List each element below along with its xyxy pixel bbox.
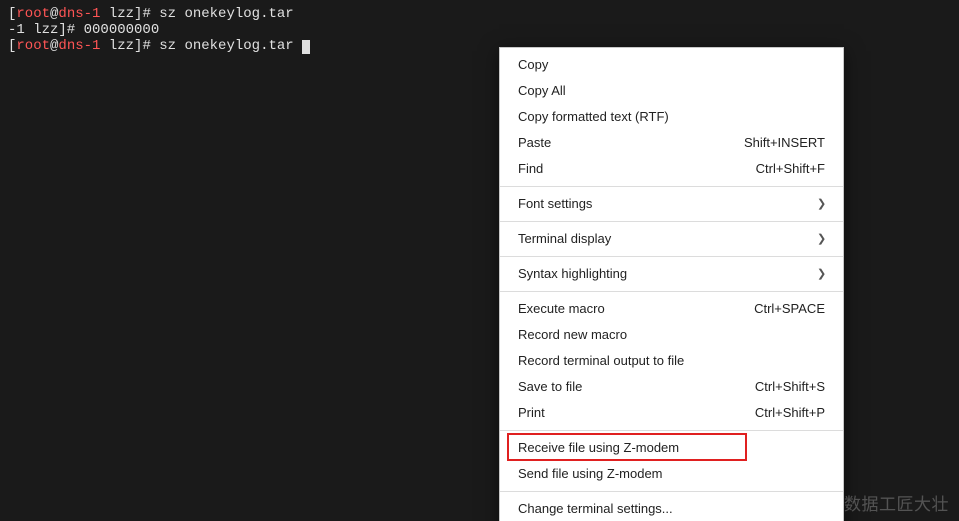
menu-item-label: Record new macro <box>518 322 825 348</box>
menu-item-terminal-display[interactable]: Terminal display ❯ <box>500 226 843 252</box>
menu-item-label: Paste <box>518 130 724 156</box>
menu-item-label: Terminal display <box>518 226 797 252</box>
prompt-user: root <box>16 6 50 22</box>
menu-item-label: Font settings <box>518 191 797 217</box>
menu-separator <box>500 221 843 222</box>
chevron-right-icon: ❯ <box>817 191 825 217</box>
menu-item-print[interactable]: Print Ctrl+Shift+P <box>500 400 843 426</box>
menu-item-record-macro[interactable]: Record new macro <box>500 322 843 348</box>
menu-item-label: Find <box>518 156 736 182</box>
menu-item-label: Send file using Z-modem <box>518 461 825 487</box>
menu-item-shortcut: Shift+INSERT <box>744 130 825 156</box>
menu-item-execute-macro[interactable]: Execute macro Ctrl+SPACE <box>500 296 843 322</box>
prompt-user: root <box>16 38 50 54</box>
terminal-line: -1 lzz]# 000000000 <box>8 22 951 38</box>
menu-separator <box>500 256 843 257</box>
menu-item-label: Copy formatted text (RTF) <box>518 104 825 130</box>
menu-item-label: Save to file <box>518 374 735 400</box>
menu-item-copy-rtf[interactable]: Copy formatted text (RTF) <box>500 104 843 130</box>
menu-item-label: Copy All <box>518 78 825 104</box>
menu-separator <box>500 430 843 431</box>
menu-item-font-settings[interactable]: Font settings ❯ <box>500 191 843 217</box>
menu-item-copy-all[interactable]: Copy All <box>500 78 843 104</box>
menu-item-label: Record terminal output to file <box>518 348 825 374</box>
menu-item-record-output[interactable]: Record terminal output to file <box>500 348 843 374</box>
menu-item-syntax-highlighting[interactable]: Syntax highlighting ❯ <box>500 261 843 287</box>
cursor <box>302 40 310 54</box>
menu-item-shortcut: Ctrl+Shift+S <box>755 374 825 400</box>
chevron-right-icon: ❯ <box>817 261 825 287</box>
prompt-host: dns-1 <box>58 6 100 22</box>
menu-item-label: Syntax highlighting <box>518 261 797 287</box>
menu-separator <box>500 491 843 492</box>
terminal-line: [root@dns-1 lzz]# sz onekeylog.tar <box>8 6 951 22</box>
menu-item-label: Execute macro <box>518 296 734 322</box>
chevron-right-icon: ❯ <box>817 226 825 252</box>
menu-item-label: Print <box>518 400 735 426</box>
menu-item-receive-zmodem[interactable]: Receive file using Z-modem <box>500 435 843 461</box>
prompt-command: sz onekeylog.tar <box>159 6 293 22</box>
menu-item-shortcut: Ctrl+SPACE <box>754 296 825 322</box>
prompt-host: dns-1 <box>58 38 100 54</box>
prompt-command: sz onekeylog.tar <box>159 38 293 54</box>
menu-item-shortcut: Ctrl+Shift+F <box>756 156 825 182</box>
menu-item-label: Copy <box>518 52 825 78</box>
menu-item-shortcut: Ctrl+Shift+P <box>755 400 825 426</box>
menu-item-save-to-file[interactable]: Save to file Ctrl+Shift+S <box>500 374 843 400</box>
menu-separator <box>500 186 843 187</box>
menu-item-label: Receive file using Z-modem <box>518 435 825 461</box>
menu-item-change-terminal-settings[interactable]: Change terminal settings... <box>500 496 843 521</box>
menu-item-copy[interactable]: Copy <box>500 52 843 78</box>
menu-item-label: Change terminal settings... <box>518 496 825 521</box>
menu-item-send-zmodem[interactable]: Send file using Z-modem <box>500 461 843 487</box>
menu-item-paste[interactable]: Paste Shift+INSERT <box>500 130 843 156</box>
terminal-context-menu: CopyCopy AllCopy formatted text (RTF)Pas… <box>499 47 844 521</box>
menu-item-find[interactable]: Find Ctrl+Shift+F <box>500 156 843 182</box>
menu-separator <box>500 291 843 292</box>
